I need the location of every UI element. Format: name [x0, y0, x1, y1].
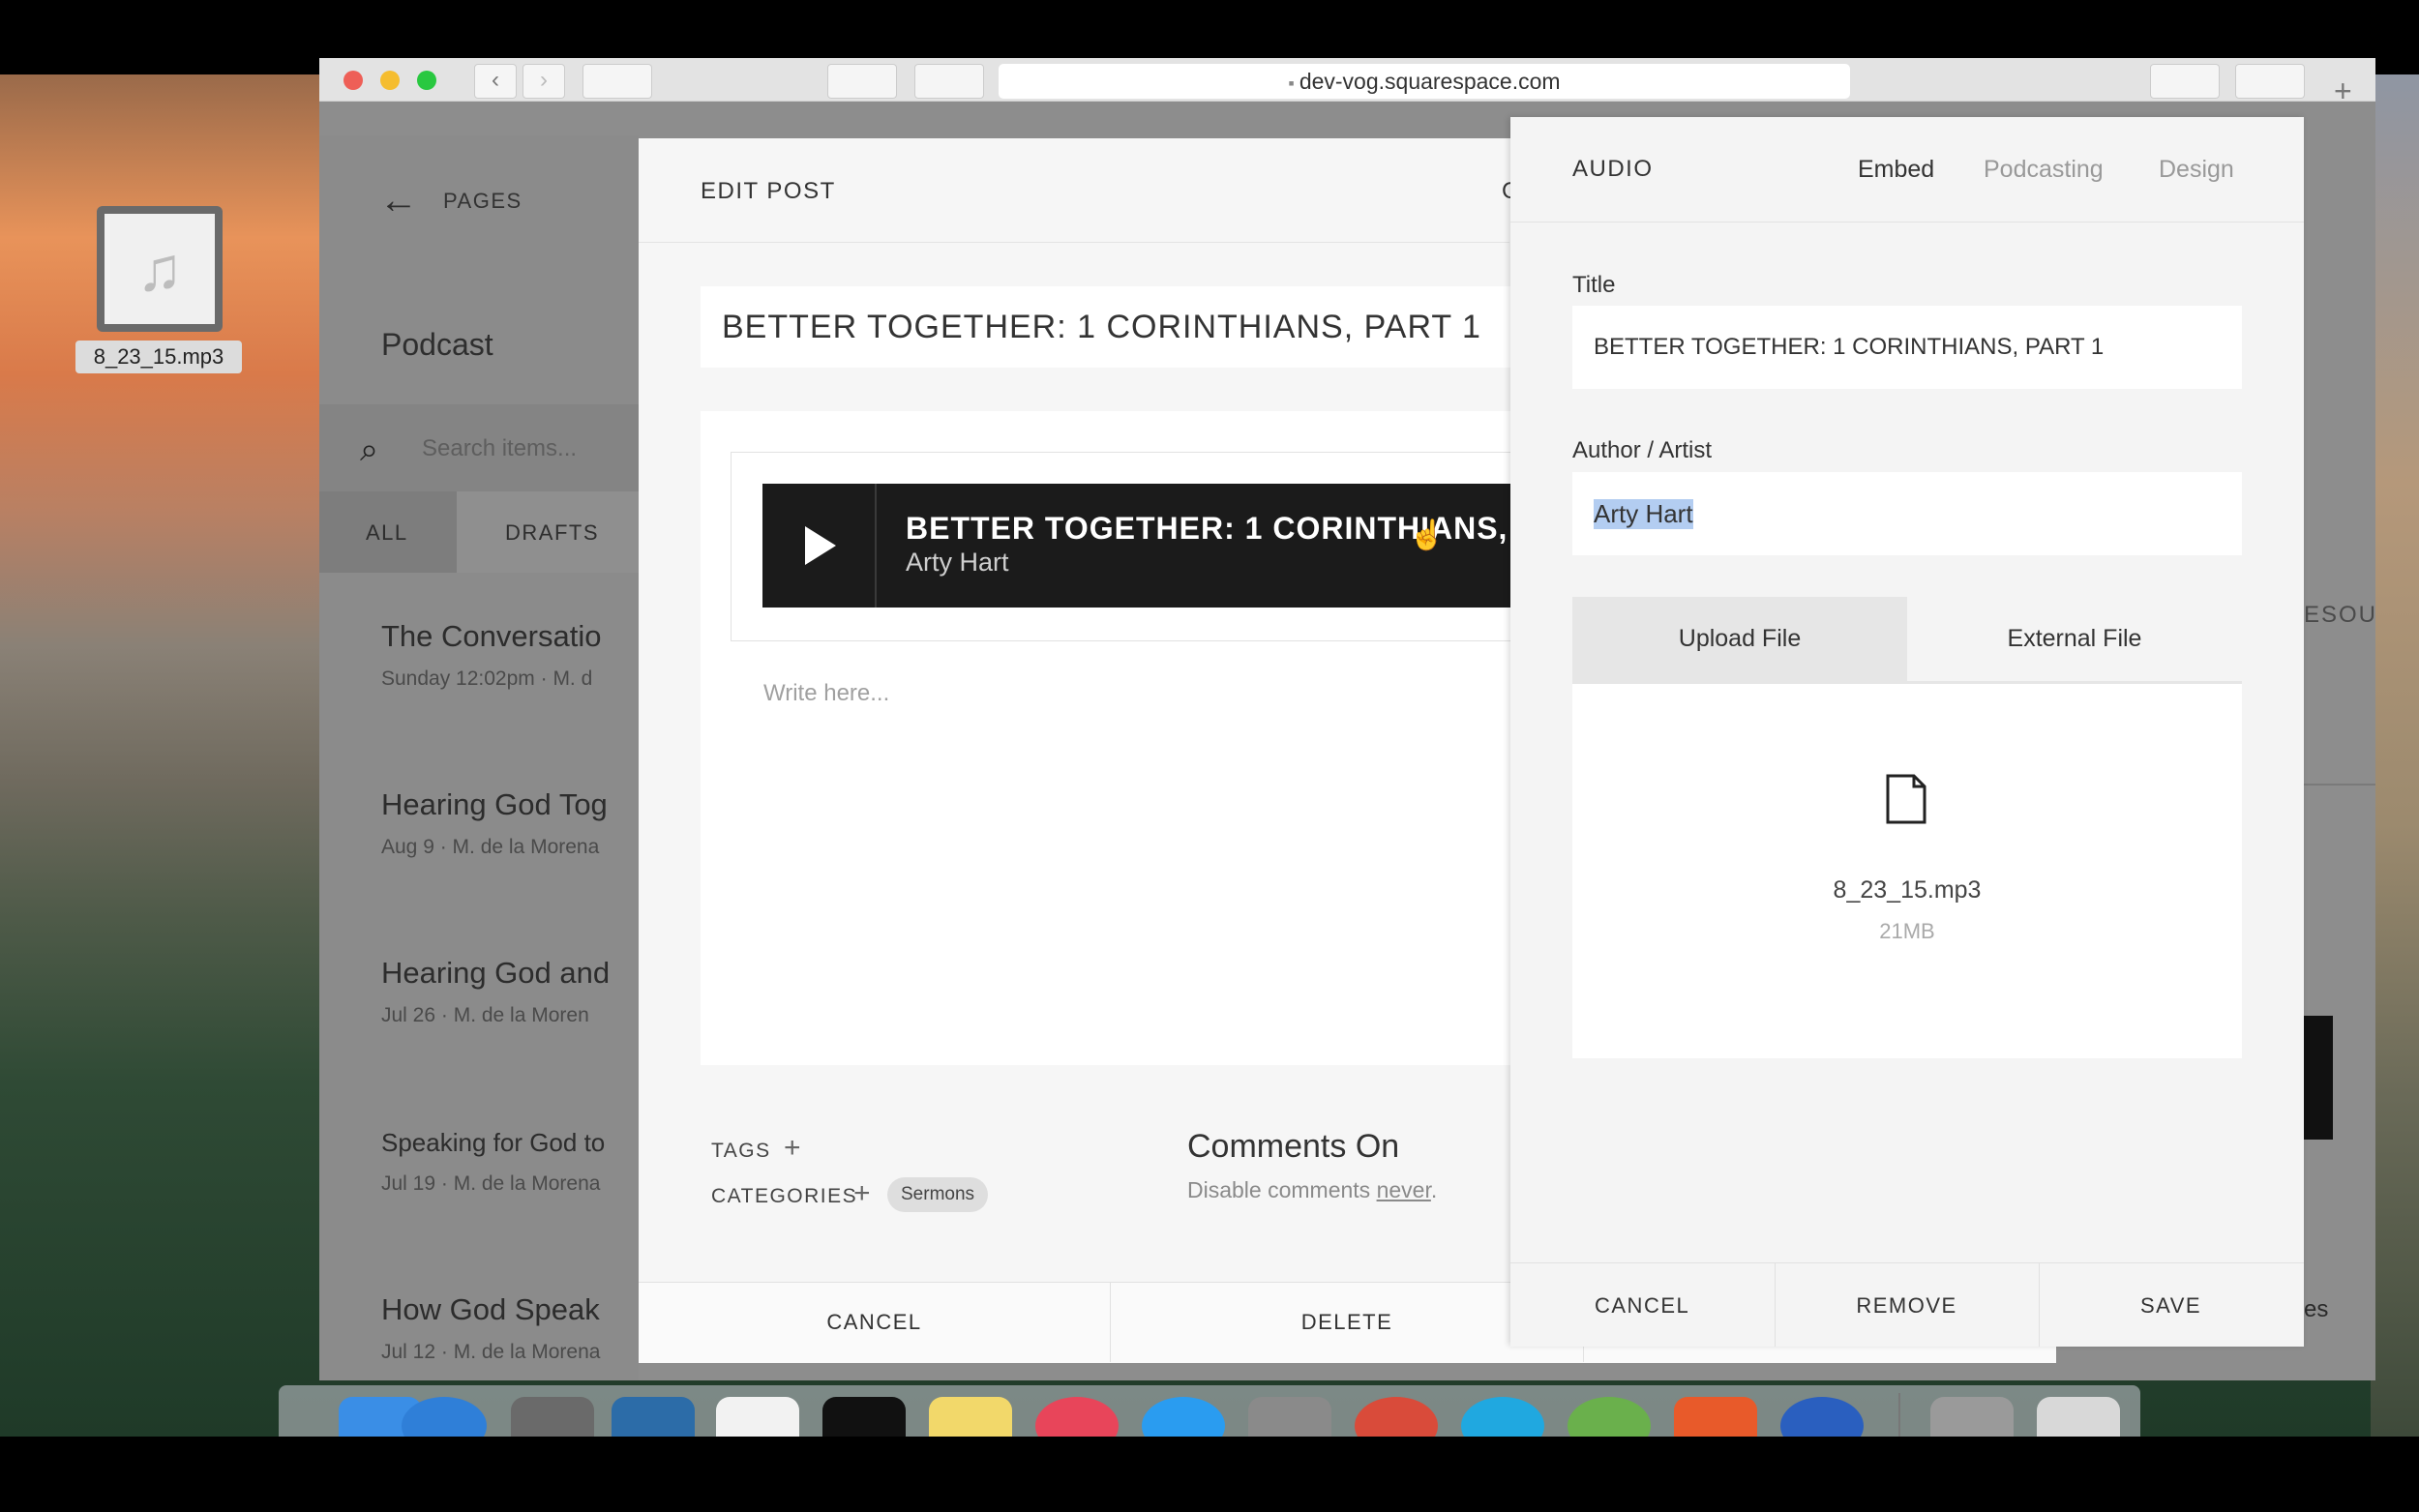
search-input[interactable]: Search items...	[422, 435, 577, 462]
dock-separator	[1898, 1393, 1900, 1437]
tab-external-file[interactable]: External File	[1907, 625, 2242, 653]
search-icon: ⌕	[360, 431, 379, 468]
screen-letterbox-bottom	[0, 1437, 2419, 1512]
audio-cancel-button[interactable]: CANCEL	[1595, 1293, 1689, 1319]
audio-remove-button[interactable]: REMOVE	[1775, 1293, 2039, 1319]
background-dark-block	[2304, 1016, 2333, 1140]
tab-podcasting[interactable]: Podcasting	[1984, 156, 2104, 184]
add-tag-icon[interactable]: +	[784, 1132, 801, 1165]
forward-arrow-icon[interactable]: ›	[523, 64, 565, 99]
author-field-label: Author / Artist	[1572, 437, 1713, 463]
audio-title-input[interactable]: BETTER TOGETHER: 1 CORINTHIANS, PART 1	[1572, 306, 2242, 389]
page-right-backdrop	[2304, 135, 2375, 1380]
list-item-meta: Jul 19 · M. de la Morena	[381, 1172, 601, 1195]
comments-never-link[interactable]: never	[1377, 1177, 1431, 1202]
divider	[2039, 1263, 2040, 1347]
comments-description: Disable comments never.	[1187, 1177, 1437, 1203]
list-item-meta: Jul 12 · M. de la Morena	[381, 1341, 601, 1363]
categories-label: CATEGORIES	[711, 1185, 858, 1207]
close-window-button[interactable]	[343, 71, 363, 90]
comments-desc-suffix: .	[1430, 1177, 1438, 1202]
desktop-file-label[interactable]: 8_23_15.mp3	[75, 341, 242, 373]
tab-embed[interactable]: Embed	[1858, 156, 1934, 184]
play-icon	[805, 526, 836, 565]
lock-icon: ▪	[1288, 74, 1299, 93]
author-artist-input[interactable]: Arty Hart	[1572, 472, 2242, 555]
address-bar[interactable]: ▪ dev-vog.squarespace.com	[999, 64, 1850, 99]
list-item-meta: Jul 26 · M. de la Moren	[381, 1004, 589, 1026]
extension-icon[interactable]	[827, 64, 897, 99]
comments-desc-text: Disable comments	[1187, 1177, 1377, 1202]
desktop-wallpaper-right	[2371, 74, 2419, 1437]
back-arrow-icon[interactable]: ‹	[474, 64, 517, 99]
post-title-input[interactable]: BETTER TOGETHER: 1 CORINTHIANS, PART 1	[701, 286, 1513, 368]
maximize-window-button[interactable]	[417, 71, 436, 90]
new-tab-icon[interactable]: +	[2334, 74, 2352, 109]
background-fragment-text: es	[2304, 1296, 2329, 1322]
audio-panel-title: AUDIO	[1572, 156, 1654, 182]
add-category-icon[interactable]: +	[853, 1177, 871, 1210]
edit-post-title: EDIT POST	[701, 178, 836, 204]
puzzle-icon[interactable]	[914, 64, 984, 99]
url-text: dev-vog.squarespace.com	[1299, 69, 1561, 94]
filter-all-label: ALL	[366, 520, 408, 545]
upload-file-label: Upload File	[1678, 625, 1802, 652]
uploaded-file-size: 21MB	[1879, 919, 1935, 943]
tabs-icon[interactable]	[2235, 64, 2305, 99]
hand-cursor-icon: ☝	[1409, 519, 1446, 551]
desktop-file-icon[interactable]: ♫	[97, 206, 223, 332]
list-item-title[interactable]: Speaking for God to	[381, 1128, 605, 1158]
play-button[interactable]	[762, 484, 877, 608]
title-field-label: Title	[1572, 272, 1616, 298]
pages-back-link[interactable]: PAGES	[443, 189, 523, 214]
category-chip[interactable]: Sermons	[887, 1177, 989, 1212]
list-item-meta: Sunday 12:02pm · M. d	[381, 667, 593, 690]
post-cancel-button[interactable]: CANCEL	[639, 1310, 1110, 1335]
audio-save-button[interactable]: SAVE	[2140, 1293, 2201, 1319]
list-item-title[interactable]: The Conversatio	[381, 619, 601, 654]
list-item-title[interactable]: Hearing God and	[381, 956, 610, 991]
tags-label: TAGS	[711, 1140, 771, 1162]
back-arrow-icon[interactable]: ←	[379, 179, 418, 222]
audio-artist: Arty Hart	[906, 548, 1009, 577]
section-title: Podcast	[381, 327, 493, 362]
tab-design[interactable]: Design	[2159, 156, 2234, 184]
author-selected-text: Arty Hart	[1594, 499, 1693, 529]
uploaded-file-area[interactable]	[1572, 684, 2242, 1058]
filter-drafts-tab[interactable]: DRAFTS	[505, 520, 599, 546]
divider	[2304, 784, 2375, 786]
uploaded-file-name: 8_23_15.mp3	[1833, 876, 1982, 904]
background-fragment-text: ESOU	[2304, 602, 2378, 628]
minimize-window-button[interactable]	[380, 71, 400, 90]
list-item-meta: Aug 9 · M. de la Morena	[381, 836, 600, 858]
sidebar-toggle-icon[interactable]	[582, 64, 652, 99]
music-note-icon: ♫	[105, 214, 215, 324]
comments-title: Comments On	[1187, 1128, 1400, 1165]
share-icon[interactable]	[2150, 64, 2220, 99]
list-item-title[interactable]: Hearing God Tog	[381, 787, 608, 822]
file-icon	[1885, 774, 1927, 824]
body-placeholder[interactable]: Write here...	[763, 680, 889, 707]
list-item-title[interactable]: How God Speak	[381, 1292, 600, 1327]
